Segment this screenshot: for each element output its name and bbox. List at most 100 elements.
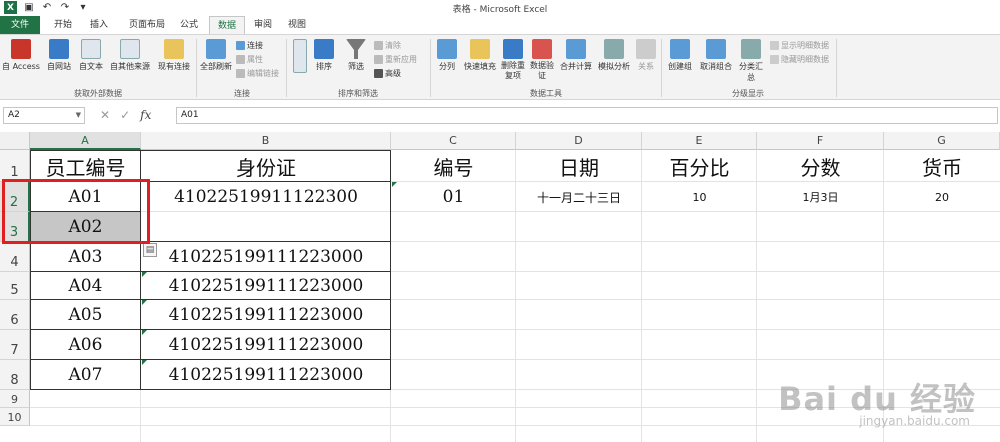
data-validation-button[interactable]: 数据验证 xyxy=(528,39,556,81)
cell-e1[interactable]: 百分比 xyxy=(642,150,757,182)
relationships-label: 关系 xyxy=(638,62,654,71)
cancel-icon[interactable]: ✕ xyxy=(100,108,110,122)
column-header-g[interactable]: G xyxy=(884,132,1000,150)
cell-a7[interactable]: A06 xyxy=(30,330,141,360)
show-detail-button[interactable]: 显示明细数据 xyxy=(770,40,829,51)
row-header-7[interactable]: 7 xyxy=(0,330,30,360)
column-header-e[interactable]: E xyxy=(642,132,757,150)
cell-a6[interactable]: A05 xyxy=(30,300,141,330)
row-header-10[interactable]: 10 xyxy=(0,408,30,426)
what-if-icon xyxy=(604,39,624,59)
cell-b5[interactable]: 410225199111223000 xyxy=(141,272,391,300)
properties-button[interactable]: 属性 xyxy=(236,54,263,65)
flash-fill-icon xyxy=(470,39,490,59)
cell-f1[interactable]: 分数 xyxy=(757,150,884,182)
error-indicator xyxy=(142,360,147,365)
from-web-button[interactable]: 自网站 xyxy=(44,39,74,72)
column-header-a[interactable]: A xyxy=(30,132,141,150)
remove-duplicates-button[interactable]: 删除重复项 xyxy=(500,39,526,81)
select-all-button[interactable] xyxy=(0,132,30,150)
consolidate-button[interactable]: 合并计算 xyxy=(558,39,594,72)
remove-duplicates-label: 删除重复项 xyxy=(501,61,525,80)
cell-g2[interactable]: 20 xyxy=(884,182,1000,212)
cell-g1[interactable]: 货币 xyxy=(884,150,1000,182)
what-if-analysis-button[interactable]: 模拟分析 xyxy=(596,39,632,72)
edit-links-button[interactable]: 编辑链接 xyxy=(236,68,279,79)
insert-function-icon[interactable]: fx xyxy=(140,108,151,122)
column-header-b[interactable]: B xyxy=(141,132,391,150)
cell-e2[interactable]: 10 xyxy=(642,182,757,212)
advanced-button[interactable]: 高级 xyxy=(374,68,401,79)
cell-b1[interactable]: 身份证 xyxy=(141,150,391,182)
group-rows-button[interactable]: 创建组 xyxy=(664,39,696,72)
cell-c2[interactable]: 01 xyxy=(391,182,516,212)
cell-a3[interactable]: A02 xyxy=(31,212,140,241)
cell-f2[interactable]: 1月3日 xyxy=(757,182,884,212)
existing-connections-button[interactable]: 现有连接 xyxy=(154,39,194,72)
connections-button[interactable]: 连接 xyxy=(236,40,263,51)
row-header-8[interactable]: 8 xyxy=(0,360,30,390)
row-header-1[interactable]: 1 xyxy=(0,150,30,182)
row-header-5[interactable]: 5 xyxy=(0,272,30,300)
error-indicator xyxy=(392,182,397,187)
reapply-button[interactable]: 重新应用 xyxy=(374,54,417,65)
tab-formulas[interactable]: 公式 xyxy=(174,16,204,34)
from-text-button[interactable]: 自文本 xyxy=(76,39,106,72)
from-access-button[interactable]: 自 Access xyxy=(2,39,40,72)
tab-review[interactable]: 审阅 xyxy=(248,16,278,34)
row-header-2[interactable]: 2 xyxy=(0,182,30,212)
cell-d1[interactable]: 日期 xyxy=(516,150,642,182)
hide-detail-button[interactable]: 隐藏明细数据 xyxy=(770,54,829,65)
cell-b2[interactable]: 41022519911122300 xyxy=(141,182,391,212)
flash-fill-button[interactable]: 快速填充 xyxy=(462,39,498,72)
relationships-icon xyxy=(636,39,656,59)
ungroup-label: 取消组合 xyxy=(700,62,732,71)
cell-a4[interactable]: A03 xyxy=(30,242,141,272)
show-detail-label: 显示明细数据 xyxy=(781,41,829,50)
paste-options-icon[interactable]: ▤ xyxy=(143,243,157,257)
row-header-6[interactable]: 6 xyxy=(0,300,30,330)
name-box[interactable]: A2 ▼ xyxy=(3,107,85,124)
chevron-down-icon[interactable]: ▼ xyxy=(76,108,81,123)
tab-insert[interactable]: 插入 xyxy=(84,16,114,34)
text-to-columns-button[interactable]: 分列 xyxy=(434,39,460,72)
from-other-sources-button[interactable]: 自其他来源 xyxy=(108,39,152,72)
enter-icon[interactable]: ✓ xyxy=(120,108,130,122)
clear-label: 清除 xyxy=(385,41,401,50)
cell-b7[interactable]: 410225199111223000 xyxy=(141,330,391,360)
cell-b6[interactable]: 410225199111223000 xyxy=(141,300,391,330)
row-header-9[interactable]: 9 xyxy=(0,390,30,408)
tab-home[interactable]: 开始 xyxy=(48,16,78,34)
tab-file[interactable]: 文件 xyxy=(0,16,40,34)
tab-page-layout[interactable]: 页面布局 xyxy=(122,16,172,34)
column-header-c[interactable]: C xyxy=(391,132,516,150)
column-header-f[interactable]: F xyxy=(757,132,884,150)
sort-az-button[interactable] xyxy=(290,39,310,75)
cell-a2[interactable]: A01 xyxy=(30,182,141,212)
cell-a5[interactable]: A04 xyxy=(30,272,141,300)
formula-input[interactable]: A01 xyxy=(176,107,998,124)
cell-b4[interactable]: 410225199111223000 xyxy=(141,242,391,272)
column-header-d[interactable]: D xyxy=(516,132,642,150)
cell-d2[interactable]: 十一月二十三日 xyxy=(516,182,642,212)
cell-c1[interactable]: 编号 xyxy=(391,150,516,182)
globe-icon xyxy=(49,39,69,59)
cell-a8[interactable]: A07 xyxy=(30,360,141,390)
group-separator xyxy=(286,39,287,97)
tab-view[interactable]: 视图 xyxy=(282,16,312,34)
show-detail-icon xyxy=(770,41,779,50)
relationships-button[interactable]: 关系 xyxy=(634,39,658,72)
row-header-4[interactable]: 4 xyxy=(0,242,30,272)
group-separator xyxy=(430,39,431,97)
cell-b8[interactable]: 410225199111223000 xyxy=(141,360,391,390)
subtotal-button[interactable]: 分类汇总 xyxy=(736,39,766,83)
cell-a1[interactable]: 员工编号 xyxy=(30,150,141,182)
error-indicator xyxy=(142,300,147,305)
filter-button[interactable]: 筛选 xyxy=(344,39,368,72)
row-header-3[interactable]: 3 xyxy=(0,212,30,242)
tab-data[interactable]: 数据 xyxy=(209,16,245,34)
clear-button[interactable]: 清除 xyxy=(374,40,401,51)
ungroup-button[interactable]: 取消组合 xyxy=(698,39,734,72)
refresh-all-button[interactable]: 全部刷新 xyxy=(198,39,234,72)
sort-button[interactable]: 排序 xyxy=(312,39,336,72)
